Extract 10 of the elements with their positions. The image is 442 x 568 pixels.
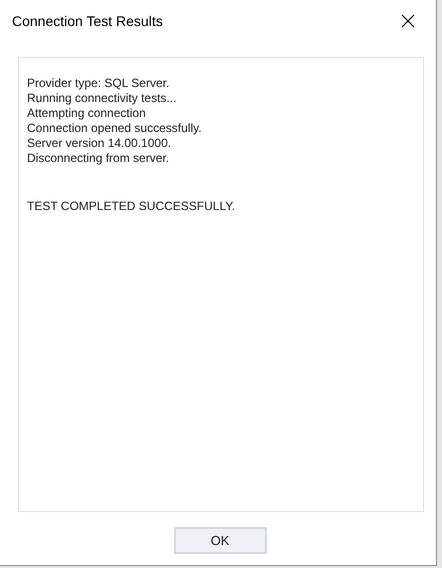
- log-line: Disconnecting from server.: [27, 151, 170, 166]
- log-line: Provider type: SQL Server.: [27, 76, 170, 91]
- log-line: Server version 14.00.1000.: [27, 136, 172, 151]
- result-line: TEST COMPLETED SUCCESSFULLY.: [27, 199, 236, 214]
- ok-button[interactable]: OK: [174, 527, 266, 554]
- log-line: Connection opened successfully.: [27, 121, 202, 136]
- log-line: Running connectivity tests...: [27, 91, 176, 106]
- window-title: Connection Test Results: [12, 12, 163, 30]
- close-icon: [401, 14, 415, 28]
- log-line: Attempting connection: [27, 106, 146, 121]
